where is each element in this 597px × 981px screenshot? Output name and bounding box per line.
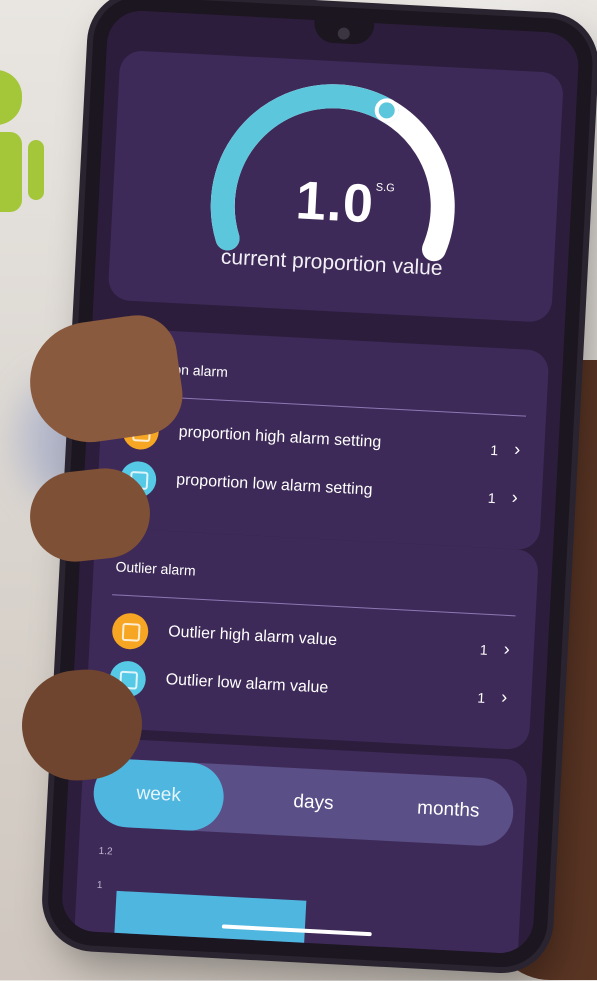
alarm-value: 1 bbox=[479, 641, 489, 658]
chart-bar bbox=[111, 890, 307, 955]
app-screen: 1.0 S.G current proportion value proport… bbox=[60, 9, 581, 955]
gauge-value: 1.0 bbox=[294, 170, 376, 235]
alarm-label: Outlier high alarm value bbox=[167, 623, 338, 650]
alarm-label: proportion low alarm setting bbox=[175, 471, 373, 499]
chevron-right-icon: › bbox=[500, 686, 508, 708]
alarm-value: 1 bbox=[489, 441, 499, 459]
alarm-label: Outlier low alarm value bbox=[165, 671, 329, 697]
orange-alarm-icon bbox=[111, 612, 150, 651]
period-tabs: week days months bbox=[91, 757, 515, 848]
y-tick-label: 1.2 bbox=[98, 845, 113, 858]
alarm-label: proportion high alarm setting bbox=[178, 423, 382, 452]
gauge-card: 1.0 S.G current proportion value bbox=[107, 49, 565, 323]
android-logo-icon bbox=[0, 70, 44, 212]
outlier-alarm-card: Outlier alarm Outlier high alarm value 1… bbox=[85, 527, 540, 751]
gauge-knob[interactable] bbox=[374, 98, 399, 123]
alarm-value: 1 bbox=[477, 689, 486, 706]
chevron-right-icon: › bbox=[513, 439, 521, 460]
chevron-right-icon: › bbox=[503, 638, 511, 660]
history-chart bbox=[111, 890, 307, 955]
outlier-alarm-title: Outlier alarm bbox=[115, 558, 197, 579]
camera-notch bbox=[313, 20, 375, 46]
tab-months[interactable]: months bbox=[382, 773, 515, 848]
gauge-unit: S.G bbox=[375, 181, 396, 195]
y-tick-label: 1 bbox=[96, 879, 103, 892]
history-chart-card: week days months 1.2 1 bbox=[72, 736, 529, 955]
alarm-value: 1 bbox=[487, 489, 497, 507]
chevron-right-icon: › bbox=[511, 487, 519, 508]
camera-icon bbox=[337, 27, 351, 40]
tab-days[interactable]: days bbox=[252, 766, 375, 840]
